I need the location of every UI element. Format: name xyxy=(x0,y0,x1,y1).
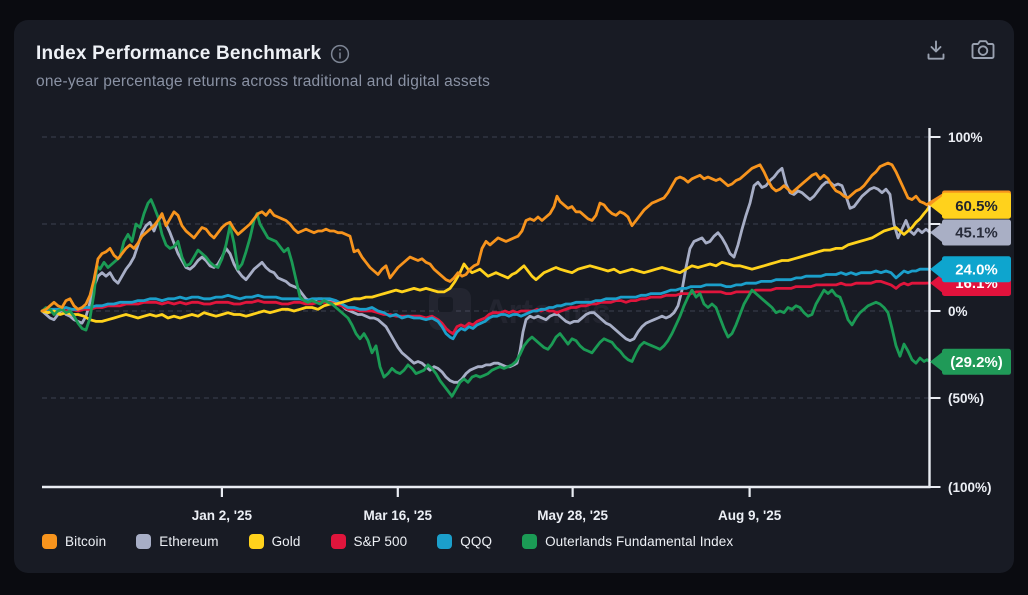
page-background: Artemis 100% 0% (50%) (100%) Jan 2, '25 Mar 16… xyxy=(0,0,1028,595)
legend-swatch xyxy=(249,534,264,549)
download-button[interactable] xyxy=(920,34,952,69)
legend-label: Ethereum xyxy=(159,534,218,549)
legend-item-s-p-500[interactable]: S&P 500 xyxy=(331,534,408,549)
download-icon xyxy=(924,38,948,65)
end-value-tag: 45.1% xyxy=(930,220,1011,246)
legend-item-gold[interactable]: Gold xyxy=(249,534,301,549)
y-tick-label: (100%) xyxy=(948,480,992,495)
artemis-watermark: Artemis xyxy=(429,288,611,331)
camera-icon xyxy=(970,38,996,65)
info-icon[interactable] xyxy=(330,44,350,64)
legend-item-bitcoin[interactable]: Bitcoin xyxy=(42,534,106,549)
series-line-bitcoin xyxy=(42,163,930,311)
legend-swatch xyxy=(42,534,57,549)
end-value-label: 24.0% xyxy=(955,261,998,278)
legend-item-ethereum[interactable]: Ethereum xyxy=(136,534,218,549)
x-tick-label: May 28, '25 xyxy=(537,508,608,523)
legend-label: S&P 500 xyxy=(354,534,408,549)
legend-swatch xyxy=(331,534,346,549)
x-tick-label: Aug 9, '25 xyxy=(718,508,782,523)
header-actions xyxy=(920,34,1000,69)
y-tick-label: (50%) xyxy=(948,391,984,406)
y-tick-label: 100% xyxy=(948,130,983,145)
page-title: Index Performance Benchmark xyxy=(36,42,321,66)
legend: Bitcoin Ethereum Gold S&P 500 QQQ Outerlands … xyxy=(42,534,733,549)
legend-item-outerlands-fundamental-index[interactable]: Outerlands Fundamental Index xyxy=(522,534,733,549)
y-tick-label: 0% xyxy=(948,304,968,319)
legend-swatch xyxy=(437,534,452,549)
legend-swatch xyxy=(522,534,537,549)
page-subtitle: one-year percentage returns across tradi… xyxy=(36,73,992,91)
legend-swatch xyxy=(136,534,151,549)
legend-item-qqq[interactable]: QQQ xyxy=(437,534,492,549)
legend-label: QQQ xyxy=(460,534,492,549)
screenshot-button[interactable] xyxy=(966,34,1000,69)
end-value-label: 60.5% xyxy=(955,198,998,215)
end-value-tag: 24.0% xyxy=(930,256,1011,282)
end-value-label: (29.2%) xyxy=(950,354,1003,371)
performance-chart: Artemis 100% 0% (50%) (100%) Jan 2, '25 Mar 16… xyxy=(14,20,1014,573)
end-value-tag: 60.5% xyxy=(930,193,1011,219)
legend-label: Gold xyxy=(272,534,301,549)
legend-label: Bitcoin xyxy=(65,534,106,549)
legend-label: Outerlands Fundamental Index xyxy=(545,534,733,549)
x-tick-label: Jan 2, '25 xyxy=(192,508,253,523)
end-value-label: 45.1% xyxy=(955,225,998,242)
x-tick-label: Mar 16, '25 xyxy=(364,508,433,523)
end-value-tag: (29.2%) xyxy=(930,349,1011,375)
chart-card: Artemis 100% 0% (50%) (100%) Jan 2, '25 Mar 16… xyxy=(14,20,1014,573)
card-header: Index Performance Benchmark one-year per… xyxy=(36,42,992,91)
